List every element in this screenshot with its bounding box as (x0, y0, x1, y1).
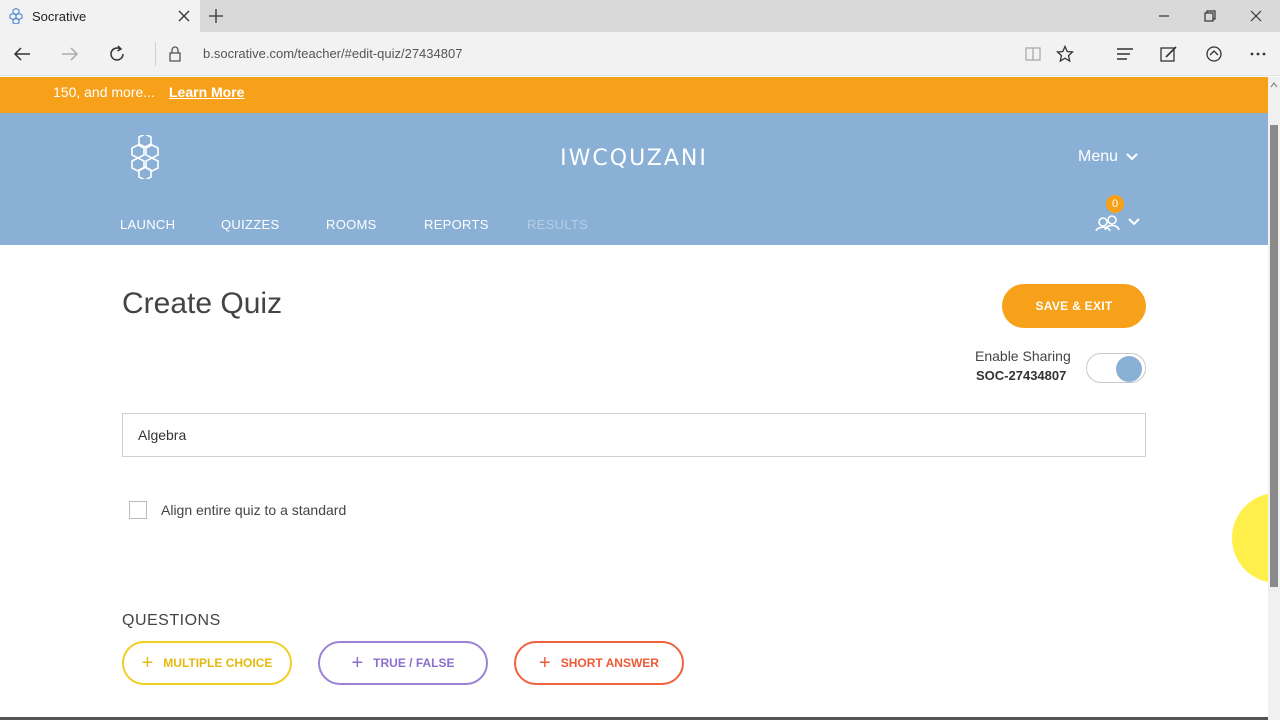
room-name: IWCQUZANI (560, 146, 708, 171)
add-multiple-choice-button[interactable]: + MULTIPLE CHOICE (122, 641, 292, 685)
scroll-thumb[interactable] (1270, 125, 1278, 587)
true-false-label: TRUE / FALSE (373, 656, 455, 670)
browser-tab[interactable]: Socrative (0, 0, 200, 32)
menu-label: Menu (1078, 148, 1119, 165)
nav-reports[interactable]: REPORTS (424, 217, 489, 232)
restore-icon[interactable] (1202, 8, 1218, 24)
socrative-favicon-icon (9, 8, 23, 24)
promo-banner: 150, and more... Learn More (0, 77, 1268, 113)
browser-tab-bar: Socrative (0, 0, 1280, 32)
share-icon[interactable] (1205, 45, 1223, 63)
nav-quizzes[interactable]: QUIZZES (221, 217, 279, 232)
scroll-up-icon[interactable] (1270, 81, 1278, 89)
short-answer-label: SHORT ANSWER (560, 656, 659, 670)
sharing-code: SOC-27434807 (976, 368, 1067, 383)
close-tab-icon[interactable] (176, 8, 192, 24)
banner-text: 150, and more... (53, 84, 155, 100)
sharing-toggle[interactable] (1086, 353, 1146, 383)
add-short-answer-button[interactable]: + SHORT ANSWER (514, 641, 684, 685)
chevron-down-icon (1126, 153, 1138, 161)
forward-icon[interactable] (61, 45, 79, 63)
add-true-false-button[interactable]: + TRUE / FALSE (318, 641, 488, 685)
page-content: 150, and more... Learn More IWCQUZANI Me… (0, 77, 1268, 720)
nav-launch[interactable]: LAUNCH (120, 217, 175, 232)
more-icon[interactable] (1249, 45, 1267, 63)
tab-title: Socrative (32, 9, 87, 24)
browser-nav-bar: b.socrative.com/teacher/#edit-quiz/27434… (0, 32, 1280, 76)
plus-icon: + (539, 652, 551, 674)
plus-icon: + (141, 652, 154, 674)
nav-rooms[interactable]: ROOMS (326, 217, 377, 232)
close-window-icon[interactable] (1248, 8, 1264, 24)
learn-more-link[interactable]: Learn More (169, 84, 244, 100)
socrative-logo-icon[interactable] (125, 135, 165, 179)
reading-view-icon[interactable] (1024, 45, 1042, 63)
multiple-choice-label: MULTIPLE CHOICE (163, 656, 273, 670)
nav-separator (155, 42, 156, 66)
plus-icon: + (351, 652, 364, 674)
page-scrollbar[interactable] (1268, 77, 1280, 720)
menu-dropdown[interactable]: Menu (1078, 148, 1138, 166)
enable-sharing-label: Enable Sharing (975, 348, 1071, 364)
align-standard-checkbox[interactable] (129, 501, 147, 519)
quiz-name-input[interactable] (122, 413, 1146, 457)
web-note-icon[interactable] (1160, 45, 1178, 63)
favorite-star-icon[interactable] (1056, 45, 1074, 63)
minimize-icon[interactable] (1156, 8, 1172, 24)
cursor-highlight (1232, 493, 1268, 583)
app-header: IWCQUZANI Menu LAUNCH QUIZZES ROOMS REPO… (0, 113, 1268, 245)
save-exit-button[interactable]: SAVE & EXIT (1002, 284, 1146, 328)
profile-menu-icon[interactable] (1094, 209, 1146, 237)
address-bar[interactable]: b.socrative.com/teacher/#edit-quiz/27434… (203, 46, 462, 61)
questions-heading: QUESTIONS (122, 612, 221, 629)
new-tab-icon[interactable] (208, 8, 224, 24)
toggle-knob (1116, 356, 1142, 382)
back-icon[interactable] (13, 45, 31, 63)
lock-icon (169, 46, 181, 62)
page-title: Create Quiz (122, 287, 283, 320)
refresh-icon[interactable] (108, 45, 126, 63)
align-standard-label: Align entire quiz to a standard (161, 502, 347, 518)
nav-results: RESULTS (527, 217, 589, 232)
hub-icon[interactable] (1116, 45, 1134, 63)
